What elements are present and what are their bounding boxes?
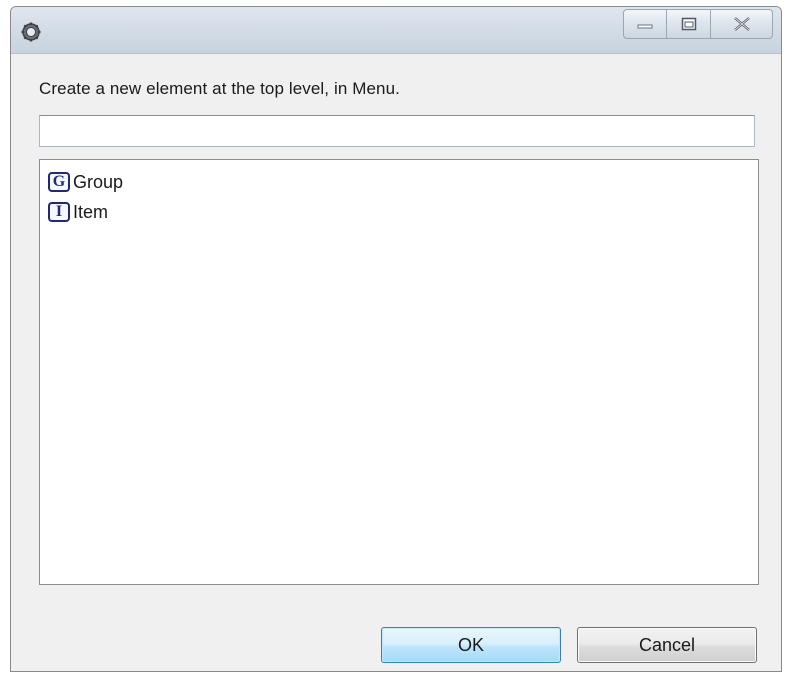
element-type-list[interactable]: G Group I Item bbox=[39, 159, 759, 585]
list-item-group[interactable]: G Group bbox=[48, 169, 123, 195]
new-element-dialog: Create a new element at the top level, i… bbox=[10, 6, 782, 672]
group-type-icon: G bbox=[48, 172, 70, 192]
title-bar[interactable] bbox=[11, 7, 781, 54]
window-controls bbox=[623, 9, 773, 39]
list-item-label: Item bbox=[73, 201, 109, 222]
maximize-icon bbox=[681, 17, 697, 31]
close-button[interactable] bbox=[711, 9, 773, 39]
close-icon bbox=[733, 17, 751, 31]
minimize-button[interactable] bbox=[623, 9, 667, 39]
filter-input[interactable] bbox=[39, 115, 755, 147]
ok-button[interactable]: OK bbox=[381, 627, 561, 663]
cancel-button[interactable]: Cancel bbox=[577, 627, 757, 663]
dialog-prompt: Create a new element at the top level, i… bbox=[39, 79, 400, 98]
item-type-icon: I bbox=[48, 202, 70, 222]
list-item-label: Group bbox=[73, 171, 124, 192]
settings-gear-icon bbox=[21, 22, 41, 42]
minimize-icon bbox=[637, 19, 653, 29]
maximize-button[interactable] bbox=[667, 9, 711, 39]
list-item-item[interactable]: I Item bbox=[48, 199, 108, 225]
